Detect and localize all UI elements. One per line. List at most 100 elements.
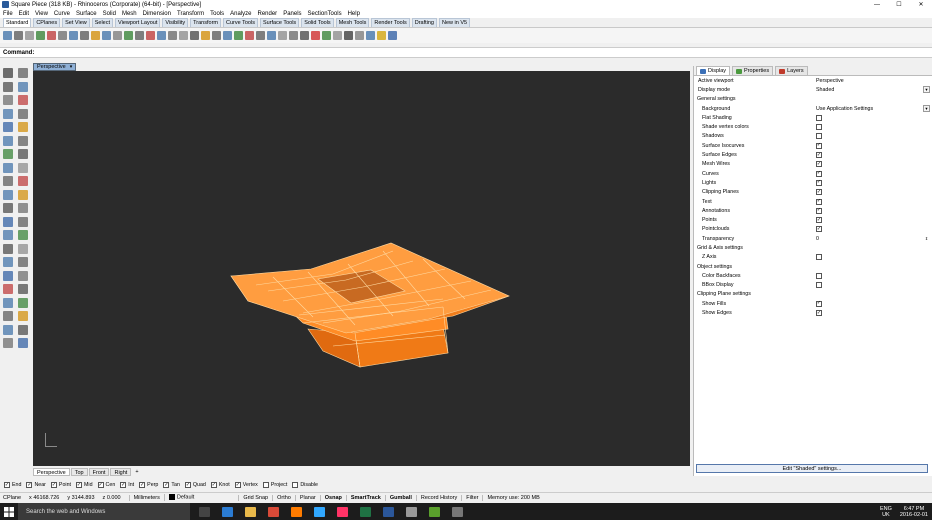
checkbox-icon[interactable]: [262, 482, 269, 488]
minimize-button[interactable]: —: [866, 0, 888, 9]
modeling-tool-icon[interactable]: [18, 203, 28, 213]
modeling-tool-icon[interactable]: [3, 162, 13, 173]
toolbar-tab-cplanes[interactable]: CPlanes: [33, 18, 61, 27]
toolbar-tab-viewport-layout[interactable]: Viewport Layout: [115, 18, 161, 27]
modeling-tool-icon[interactable]: [18, 122, 28, 132]
modeling-tool-icon[interactable]: [3, 149, 13, 159]
taskbar-app-task-view[interactable]: [195, 503, 213, 520]
modeling-tool-icon[interactable]: [18, 95, 28, 105]
chevron-down-icon[interactable]: ▾: [70, 64, 73, 70]
toolbar-tool-icon[interactable]: [157, 31, 166, 40]
menu-item-sectiontools[interactable]: SectionTools: [308, 11, 342, 17]
osnap-knot[interactable]: ✓ Knot: [210, 482, 230, 488]
toolbar-tool-icon[interactable]: [113, 31, 122, 40]
checkbox-icon[interactable]: ✓: [4, 482, 10, 488]
menu-item-analyze[interactable]: Analyze: [230, 11, 251, 17]
chevron-down-icon[interactable]: ▼: [923, 105, 930, 113]
property-value[interactable]: Use Application Settings: [816, 106, 873, 112]
modeling-tool-icon[interactable]: [18, 189, 28, 200]
modeling-tool-icon[interactable]: [3, 176, 13, 186]
toggle-ortho[interactable]: Ortho: [272, 494, 291, 501]
toolbar-tab-visibility[interactable]: Visibility: [162, 18, 189, 27]
toolbar-tool-icon[interactable]: [234, 31, 243, 40]
checkbox-lights[interactable]: ✓: [816, 179, 822, 186]
osnap-vertex[interactable]: ✓ Vertex: [234, 482, 258, 488]
checkbox-icon[interactable]: ✓: [97, 482, 104, 488]
checkbox-surface-edges[interactable]: ✓: [816, 152, 822, 159]
checkbox-icon[interactable]: ✓: [139, 482, 146, 488]
modeling-tool-icon[interactable]: [3, 203, 13, 213]
toolbar-tab-new-in-v5[interactable]: New in V5: [438, 18, 471, 27]
modeling-tool-icon[interactable]: [3, 297, 13, 308]
toolbar-tool-icon[interactable]: [14, 31, 23, 40]
property-value[interactable]: Shaded: [816, 87, 834, 93]
modeling-tool-icon[interactable]: [18, 81, 28, 92]
modeling-tool-icon[interactable]: [3, 270, 13, 281]
toolbar-tab-mesh-tools[interactable]: Mesh Tools: [335, 18, 370, 27]
checkbox-show-fills[interactable]: ✓: [816, 300, 822, 307]
close-button[interactable]: ✕: [910, 0, 932, 9]
modeling-tool-icon[interactable]: [18, 257, 28, 267]
taskbar-app-chrome[interactable]: [264, 503, 282, 520]
menu-item-panels[interactable]: Panels: [283, 11, 301, 17]
modeling-tool-icon[interactable]: [18, 162, 28, 173]
toolbar-tool-icon[interactable]: [3, 31, 12, 40]
toolbar-tool-icon[interactable]: [377, 31, 386, 40]
viewport-title-tab[interactable]: Perspective ▾: [33, 63, 77, 71]
modeling-tool-icon[interactable]: [18, 270, 28, 281]
menu-item-file[interactable]: File: [3, 11, 13, 17]
osnap-point[interactable]: ✓ Point: [50, 482, 71, 488]
taskbar-app-app-green[interactable]: [425, 503, 443, 520]
checkbox-icon[interactable]: ✓: [184, 482, 191, 488]
osnap-disable[interactable]: Disable: [292, 482, 318, 488]
modeling-tool-icon[interactable]: [18, 68, 28, 78]
menu-item-mesh[interactable]: Mesh: [122, 11, 137, 17]
modeling-tool-icon[interactable]: [3, 81, 13, 92]
checkbox-surface-isocurves[interactable]: ✓: [816, 142, 822, 149]
osnap-tan[interactable]: ✓ Tan: [163, 482, 180, 488]
toolbar-tool-icon[interactable]: [47, 31, 56, 40]
modeling-tool-icon[interactable]: [3, 68, 13, 78]
toolbar-tool-icon[interactable]: [355, 31, 364, 40]
toolbar-tool-icon[interactable]: [146, 31, 155, 40]
cplane-label[interactable]: CPlane: [3, 495, 21, 501]
taskbar-app-word[interactable]: [379, 503, 397, 520]
toolbar-tool-icon[interactable]: [278, 31, 287, 40]
taskbar-search-box[interactable]: Search the web and Windows: [18, 503, 190, 520]
toolbar-tool-icon[interactable]: [25, 31, 34, 40]
modeling-tool-icon[interactable]: [18, 324, 28, 335]
toolbar-tab-surface-tools[interactable]: Surface Tools: [259, 18, 300, 27]
modeling-tool-icon[interactable]: [18, 297, 28, 308]
checkbox-show-edges[interactable]: ✓: [816, 310, 822, 317]
menu-item-edit[interactable]: Edit: [19, 11, 29, 17]
menu-item-view[interactable]: View: [35, 11, 48, 17]
osnap-cen[interactable]: ✓ Cen: [97, 482, 115, 488]
checkbox-icon[interactable]: ✓: [120, 482, 127, 488]
menu-item-tools[interactable]: Tools: [210, 11, 224, 17]
toolbar-tool-icon[interactable]: [245, 31, 254, 40]
modeling-tool-icon[interactable]: [18, 135, 28, 146]
checkbox-mesh-wires[interactable]: ✓: [816, 161, 822, 168]
taskbar-app-excel[interactable]: [356, 503, 374, 520]
taskbar-app-photoshop[interactable]: [310, 503, 328, 520]
toolbar-tool-icon[interactable]: [366, 31, 375, 40]
menu-item-curve[interactable]: Curve: [54, 11, 70, 17]
modeling-tool-icon[interactable]: [3, 216, 13, 227]
taskbar-app-edge[interactable]: [218, 503, 236, 520]
checkbox-points[interactable]: ✓: [816, 217, 822, 224]
panel-tab-properties[interactable]: Properties: [732, 66, 774, 75]
toolbar-tab-curve-tools[interactable]: Curve Tools: [223, 18, 258, 27]
osnap-perp[interactable]: ✓ Perp: [139, 482, 158, 488]
toolbar-tab-render-tools[interactable]: Render Tools: [371, 18, 410, 27]
toolbar-tool-icon[interactable]: [388, 31, 397, 40]
checkbox-icon[interactable]: ✓: [234, 482, 241, 488]
checkbox-icon[interactable]: ✓: [210, 482, 217, 488]
modeling-tool-icon[interactable]: [3, 135, 13, 146]
toggle-osnap[interactable]: Osnap: [319, 494, 342, 501]
chevron-down-icon[interactable]: ▼: [923, 86, 930, 94]
checkbox-annotations[interactable]: ✓: [816, 207, 822, 214]
toolbar-tab-select[interactable]: Select: [91, 18, 114, 27]
edit-shaded-settings-button[interactable]: Edit "Shaded" settings...: [696, 464, 928, 473]
taskbar-app-indesign[interactable]: [333, 503, 351, 520]
taskbar-app-file-explorer[interactable]: [241, 503, 259, 520]
